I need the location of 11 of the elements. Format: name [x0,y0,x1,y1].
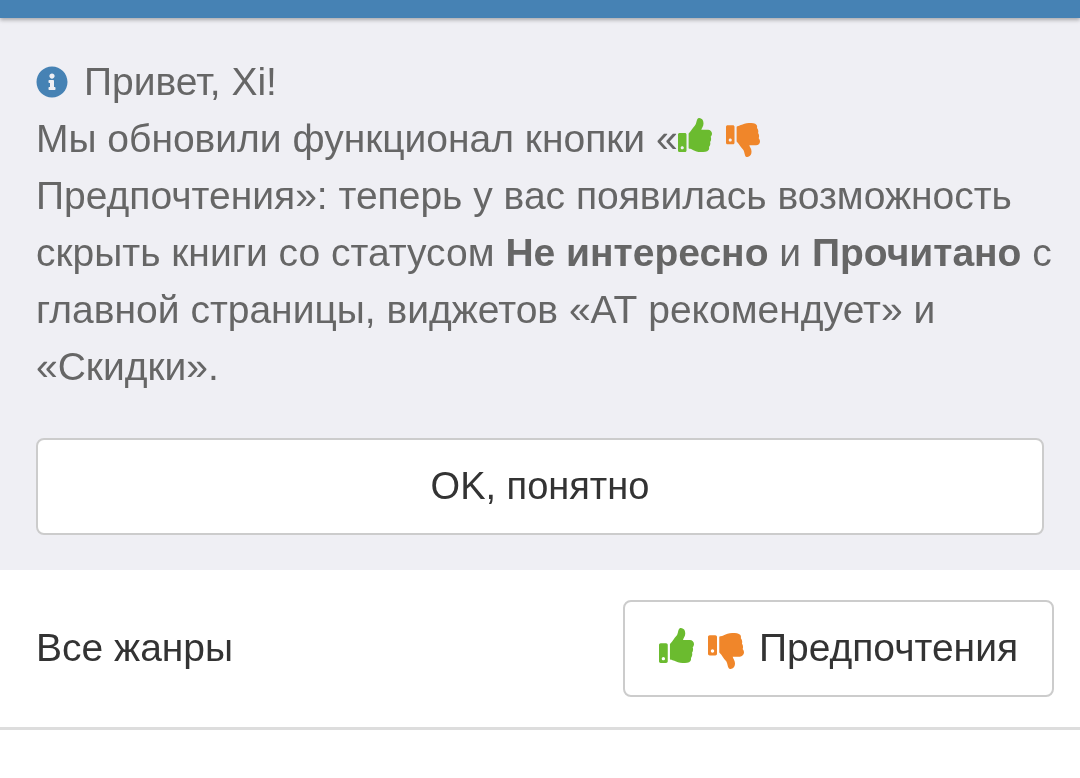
greeting-text: Привет, Xi! [84,59,277,105]
thumbs-up-icon [677,117,712,152]
preferences-button[interactable]: Предпочтения [623,600,1054,697]
info-icon [36,65,68,98]
thumbs-down-icon [725,122,760,157]
thumbs-down-icon [707,632,744,669]
thumbs-up-icon [658,628,694,663]
message-text: Предпочтения»: теперь у вас появилась возможность скрыть книги со статусом Не интересно и Прочитано с главной страницы, виджетов «АТ рекомендует» и «Скидки». [36,173,1053,390]
message-text: Мы обновили функционал кнопки « [36,116,678,162]
genre-label: Все жанры [36,625,234,672]
ok-button[interactable]: OK, понятно [36,438,1044,535]
